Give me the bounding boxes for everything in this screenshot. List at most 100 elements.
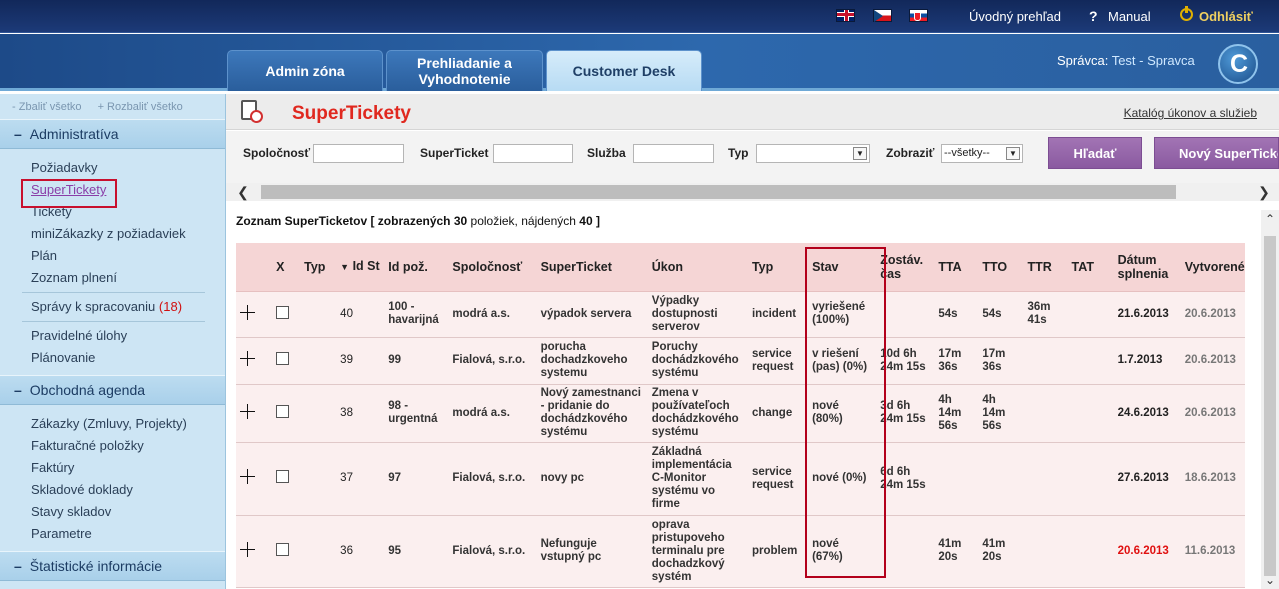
english-flag-icon[interactable] — [836, 9, 855, 22]
superticket-filter-label: SuperTicket — [420, 146, 489, 160]
table-row[interactable]: 36 95 Fialová, s.r.o. Nefunguje vstupný pc o… — [236, 515, 1245, 588]
col-header-created[interactable]: Vytvorené — [1180, 243, 1245, 292]
col-header-typ[interactable]: Typ — [300, 243, 337, 292]
table-row[interactable]: 37 97 Fialová, s.r.o. novy pc Základná imple… — [236, 442, 1245, 516]
tab-admin-zone[interactable]: Admin zóna — [227, 50, 383, 91]
collapse-icon: – — [14, 382, 22, 398]
scrollbar-thumb[interactable] — [261, 185, 1176, 199]
show-filter-select[interactable]: --všetky-- ▼ — [941, 144, 1023, 163]
scroll-down-icon[interactable]: ⌄ — [1261, 573, 1279, 587]
table-row[interactable]: 40 100 - havarijná modrá a.s. výpadok serve… — [236, 291, 1245, 338]
col-header-tta[interactable]: TTA — [934, 243, 979, 292]
section-administrativa[interactable]: – Administratíva — [0, 119, 225, 149]
sidebar-item-zakazky[interactable]: Zákazky (Zmluvy, Projekty) — [0, 413, 225, 435]
sidebar-item-fakturacne-polozky[interactable]: Fakturačné položky — [0, 435, 225, 457]
company-filter-input[interactable] — [313, 144, 404, 163]
row-created-cell: 20.6.2013 — [1180, 384, 1245, 443]
scroll-left-icon[interactable]: ❮ — [234, 183, 252, 201]
horizontal-scrollbar[interactable]: ❮ ❯ — [226, 183, 1279, 201]
sidebar-item-skladove-doklady[interactable]: Skladové doklady — [0, 479, 225, 501]
overview-link[interactable]: Úvodný prehľad — [969, 9, 1061, 24]
manual-link[interactable]: Manual — [1108, 9, 1151, 24]
col-header-id-poz[interactable]: Id pož. — [384, 243, 449, 292]
search-button[interactable]: Hľadať — [1048, 137, 1142, 169]
col-header-superticket[interactable]: SuperTicket — [536, 243, 648, 292]
tab-review-evaluation[interactable]: Prehliadanie a Vyhodnotenie — [386, 50, 543, 91]
move-icon[interactable] — [240, 469, 255, 484]
catalog-link[interactable]: Katalóg úkonov a služieb — [1124, 106, 1257, 120]
slovak-flag-icon[interactable] — [909, 9, 928, 22]
col-header-type[interactable]: Typ — [747, 243, 809, 292]
logout-link[interactable]: Odhlásiť — [1199, 9, 1253, 24]
row-superticket-cell: porucha dochadzkoveho systemu — [536, 337, 648, 385]
move-icon[interactable] — [240, 541, 255, 557]
new-superticket-button[interactable]: Nový SuperTicket — [1154, 137, 1279, 169]
row-checkbox[interactable] — [276, 305, 290, 319]
col-header-tat[interactable]: TAT — [1067, 243, 1114, 292]
col-header-tto[interactable]: TTO — [978, 243, 1024, 292]
col-header-ttr[interactable]: TTR — [1023, 243, 1068, 292]
row-checkbox[interactable] — [276, 404, 290, 418]
section-obchodna-agenda[interactable]: – Obchodná agenda — [0, 375, 225, 405]
move-icon[interactable] — [240, 403, 255, 419]
manager-name[interactable]: Test - Spravca — [1112, 53, 1195, 68]
czech-flag-icon[interactable] — [873, 9, 892, 22]
sidebar-item-parametre[interactable]: Parametre — [0, 523, 225, 545]
superticket-filter-input[interactable] — [493, 144, 573, 163]
table-row[interactable]: 38 98 - urgentná modrá a.s. Nový zamestnanc… — [236, 384, 1245, 443]
row-checkbox-cell — [272, 515, 301, 588]
row-state-cell: nové (0%) — [808, 442, 877, 516]
scroll-right-icon[interactable]: ❯ — [1255, 183, 1273, 201]
scrollbar-thumb[interactable] — [1264, 236, 1276, 576]
sidebar-item-spravy[interactable]: Správy k spracovaniu (18) — [0, 296, 225, 318]
section-title: Obchodná agenda — [29, 382, 146, 398]
move-icon[interactable] — [240, 304, 255, 320]
collapse-all-link[interactable]: - Zbaliť všetko — [12, 101, 82, 113]
section-statisticke-informacie[interactable]: – Štatistické informácie — [0, 551, 225, 581]
col-header-company[interactable]: Spoločnosť — [448, 243, 537, 292]
sort-desc-icon: ▼ — [340, 262, 350, 273]
vertical-scrollbar[interactable]: ⌃ ⌄ — [1261, 210, 1279, 589]
service-filter-input[interactable] — [633, 144, 714, 163]
sidebar-item-pravidelne-ulohy[interactable]: Pravidelné úlohy — [0, 325, 225, 347]
col-header-select[interactable]: X — [272, 243, 301, 292]
row-state-cell: v riešení (pas) (0%) — [808, 337, 877, 385]
move-icon[interactable] — [240, 351, 255, 366]
expand-all-link[interactable]: + Rozbaliť všetko — [98, 101, 183, 113]
table-row[interactable]: 39 99 Fialová, s.r.o. porucha dochadzkoveho… — [236, 337, 1245, 385]
scroll-up-icon[interactable]: ⌃ — [1261, 212, 1279, 226]
tab-customer-desk[interactable]: Customer Desk — [546, 50, 702, 91]
col-header-due[interactable]: Dátum splnenia — [1113, 243, 1181, 292]
collapse-all-label: Zbaliť všetko — [18, 100, 82, 113]
row-checkbox[interactable] — [276, 470, 290, 483]
col-header-state[interactable]: Stav — [808, 243, 877, 292]
row-due-cell: 21.6.2013 — [1113, 291, 1181, 338]
power-icon[interactable] — [1180, 6, 1193, 21]
sidebar-item-zoznam-plneni[interactable]: Zoznam plnení — [0, 267, 225, 289]
row-move-cell — [236, 337, 273, 385]
manager-label: Správca: Test - Spravca — [1057, 53, 1195, 68]
row-checkbox-cell — [272, 337, 301, 385]
sidebar-item-minizakazky[interactable]: miniZákazky z požiadaviek — [0, 223, 225, 245]
section-title: Administratíva — [29, 126, 119, 142]
sidebar-item-plan[interactable]: Plán — [0, 245, 225, 267]
type-filter-select[interactable]: ▼ — [756, 144, 870, 163]
col-header-remaining[interactable]: Zostáv. čas — [876, 243, 935, 292]
row-created-cell: 18.6.2013 — [1180, 442, 1245, 516]
sidebar-item-planovanie[interactable]: Plánovanie — [0, 347, 225, 369]
col-header-id-st[interactable]: ▼ Id St — [336, 243, 385, 292]
row-company-cell: Fialová, s.r.o. — [448, 442, 537, 516]
row-due-cell: 27.6.2013 — [1113, 442, 1181, 516]
row-checkbox[interactable] — [276, 352, 290, 365]
col-header-action[interactable]: Úkon — [647, 243, 748, 292]
sidebar-item-poziadavky[interactable]: Požiadavky — [0, 157, 225, 179]
row-tto-cell: 17m 36s — [978, 337, 1024, 385]
row-tto-cell — [978, 442, 1024, 516]
row-checkbox[interactable] — [276, 542, 290, 556]
main-content: SuperTickety Katalóg úkonov a služieb Sp… — [226, 94, 1279, 589]
sidebar-item-stavy-skladov[interactable]: Stavy skladov — [0, 501, 225, 523]
sidebar-item-faktury[interactable]: Faktúry — [0, 457, 225, 479]
row-tat-cell — [1067, 291, 1114, 338]
row-state-cell: nové (67%) — [808, 515, 877, 588]
help-icon[interactable]: ? — [1089, 8, 1098, 24]
